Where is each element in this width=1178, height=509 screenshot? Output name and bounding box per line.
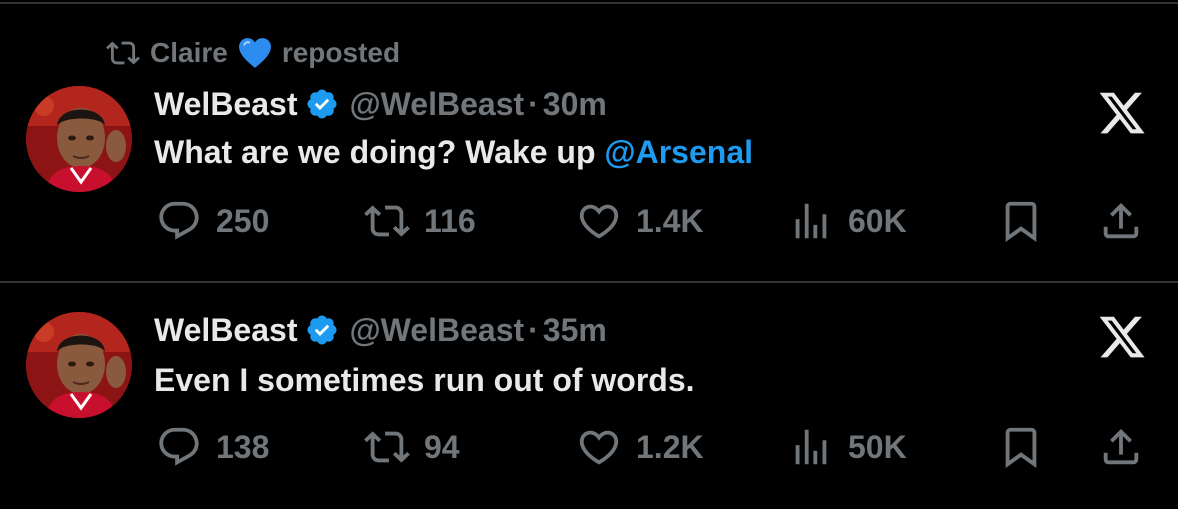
bookmark-button[interactable] [998,424,1044,470]
views-icon [795,203,827,239]
share-icon [1103,202,1139,239]
x-logo-icon [1099,316,1145,358]
like-icon [579,430,619,465]
repost-context[interactable]: Claire reposted [106,36,400,70]
reply-button[interactable]: 250 [156,198,269,244]
x-logo-icon [1099,92,1145,134]
reply-button[interactable]: 138 [156,424,269,470]
bookmark-icon [1005,427,1037,468]
repost-count: 94 [424,428,460,465]
separator: · [528,85,539,122]
tweet-text: Even I sometimes run out of words. [154,362,695,399]
verified-badge-icon [307,89,337,119]
verified-badge-icon [307,315,337,345]
avatar-photo [26,86,132,192]
tweet-header: WelBeast @WelBeast · 30m [154,82,607,126]
repost-icon [106,41,140,65]
share-icon [1103,428,1139,465]
avatar[interactable] [26,312,132,418]
repost-count: 116 [424,202,476,239]
display-name[interactable]: WelBeast [154,86,297,123]
views-button[interactable]: 60K [788,198,907,244]
tweet-divider [0,281,1178,283]
views-button[interactable]: 50K [788,424,907,470]
handle[interactable]: @WelBeast [349,312,524,349]
reply-count: 250 [216,202,270,239]
mention-link[interactable]: @Arsenal [604,134,753,170]
avatar[interactable] [26,86,132,192]
repost-icon [364,205,410,237]
repost-icon [364,431,410,463]
tweet-text: What are we doing? Wake up @Arsenal [154,134,753,171]
reply-icon [159,201,199,240]
share-button[interactable] [1098,424,1144,470]
reply-icon [159,427,199,466]
views-icon [795,429,827,465]
repost-user[interactable]: Claire [150,37,228,69]
like-button[interactable]: 1.2K [576,424,704,470]
like-count: 1.4K [636,202,704,239]
tweet-text-body: What are we doing? Wake up [154,134,605,170]
like-button[interactable]: 1.4K [576,198,704,244]
tweet-text-body: Even I sometimes run out of words. [154,362,695,398]
avatar-photo [26,312,132,418]
share-button[interactable] [1098,198,1144,244]
timestamp[interactable]: 35m [543,312,607,349]
tweet-header: WelBeast @WelBeast · 35m [154,308,607,352]
views-count: 60K [848,202,907,239]
like-count: 1.2K [636,428,704,465]
separator: · [528,311,539,348]
timestamp[interactable]: 30m [543,86,607,123]
bookmark-button[interactable] [998,198,1044,244]
views-count: 50K [848,428,907,465]
display-name[interactable]: WelBeast [154,312,297,349]
tweet-1[interactable]: Claire reposted WelBeast @WelBeast · 30m… [0,0,1178,282]
tweet-2[interactable]: WelBeast @WelBeast · 35m Even I sometime… [0,284,1178,509]
repost-button[interactable]: 94 [364,424,460,470]
blue-heart-emoji [238,38,271,68]
bookmark-icon [1005,201,1037,242]
repost-button[interactable]: 116 [364,198,476,244]
reply-count: 138 [216,428,270,465]
like-icon [579,204,619,239]
repost-label: reposted [281,37,401,68]
handle[interactable]: @WelBeast [349,86,524,123]
